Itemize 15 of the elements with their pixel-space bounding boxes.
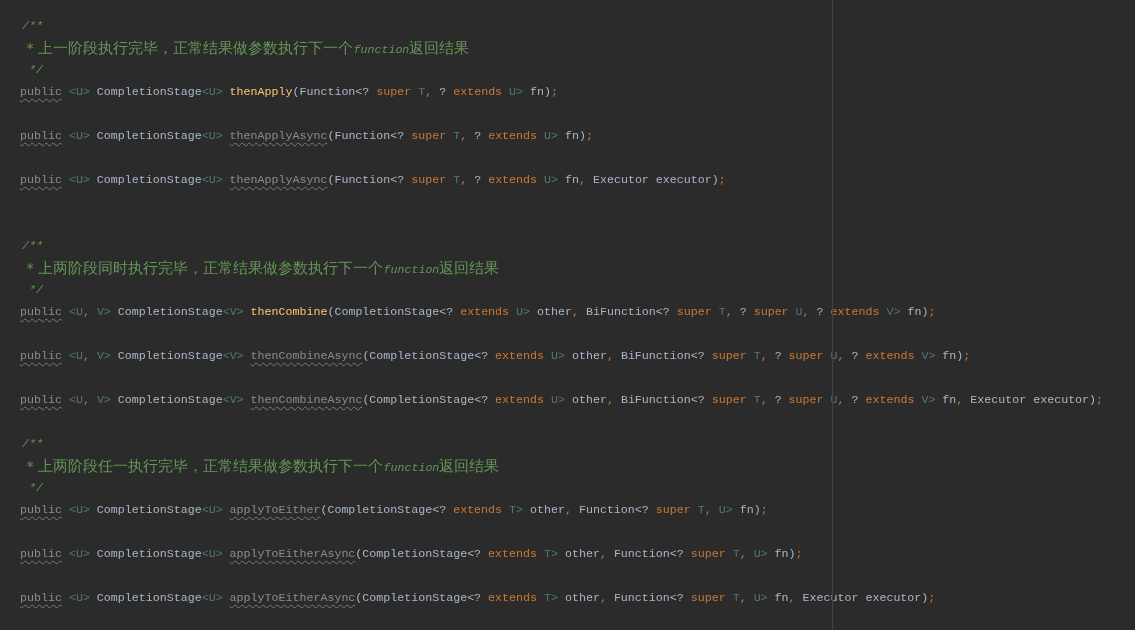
doc-comment-line: /** <box>22 18 43 34</box>
doc-comment-line: */ <box>28 282 43 298</box>
code-line: public <U> CompletionStage<U> applyToEitherAsync(CompletionStage<? extends T> other, Function<? super T, U> fn); <box>20 546 803 562</box>
doc-comment-line: */ <box>28 62 43 78</box>
doc-comment-line: * 上两阶段同时执行完毕，正常结果做参数执行下一个 function返回结果 <box>25 259 500 278</box>
code-line: public <U> CompletionStage<U> thenApplyAsync(Function<? super T, ? extends U> fn); <box>20 128 593 144</box>
doc-comment-line: */ <box>28 480 43 496</box>
doc-comment-line: * 上一阶段执行完毕，正常结果做参数执行下一个 function返回结果 <box>25 39 470 58</box>
code-line: public <U, V> CompletionStage<V> thenCombine(CompletionStage<? extends U> other, BiFunction<? super T, ? super U, ? extends V> fn); <box>20 304 936 320</box>
code-line: public <U> CompletionStage<U> thenApply(Function<? super T, ? extends U> fn); <box>20 84 559 100</box>
doc-comment-line: /** <box>22 238 43 254</box>
code-line: public <U> CompletionStage<U> thenApplyAsync(Function<? super T, ? extends U> fn, Executor executor); <box>20 172 726 188</box>
doc-comment-line: * 上两阶段任一执行完毕，正常结果做参数执行下一个 function返回结果 <box>25 457 500 476</box>
code-line: public <U> CompletionStage<U> applyToEither(CompletionStage<? extends T> other, Function<? super T, U> fn); <box>20 502 768 518</box>
doc-comment-line: /** <box>22 436 43 452</box>
